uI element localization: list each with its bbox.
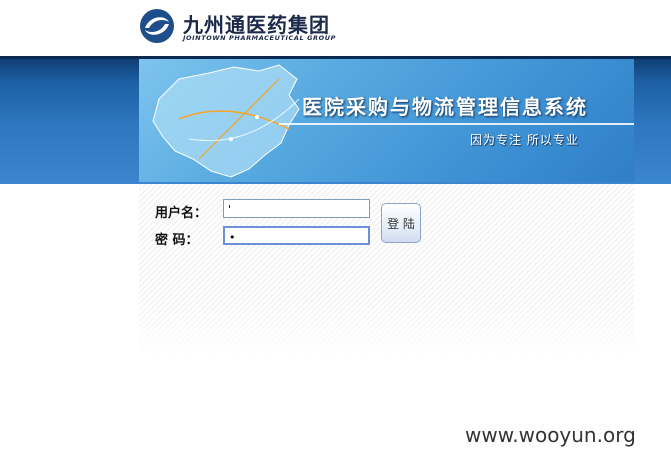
china-map-icon bbox=[152, 64, 300, 178]
username-label: 用户名： bbox=[155, 206, 208, 221]
logo-english-text: JOINTOWN PHARMACEUTICAL GROUP bbox=[183, 34, 337, 42]
watermark: www.wooyun.org bbox=[465, 423, 636, 447]
system-title: 医院采购与物流管理信息系统 bbox=[302, 95, 588, 119]
company-logo: 九州通医药集团 JOINTOWN PHARMACEUTICAL GROUP bbox=[139, 6, 359, 46]
password-input[interactable]: • bbox=[223, 226, 370, 245]
login-button[interactable]: 登 陆 bbox=[381, 203, 421, 243]
slogan: 因为专注 所以专业 bbox=[470, 133, 579, 147]
title-underline bbox=[279, 123, 634, 125]
banner: 医院采购与物流管理信息系统 因为专注 所以专业 bbox=[139, 59, 634, 182]
login-panel-fade bbox=[139, 300, 634, 360]
jointown-logo-icon bbox=[140, 9, 174, 43]
username-input[interactable]: ' bbox=[223, 199, 370, 218]
password-label: 密 码： bbox=[155, 233, 199, 248]
